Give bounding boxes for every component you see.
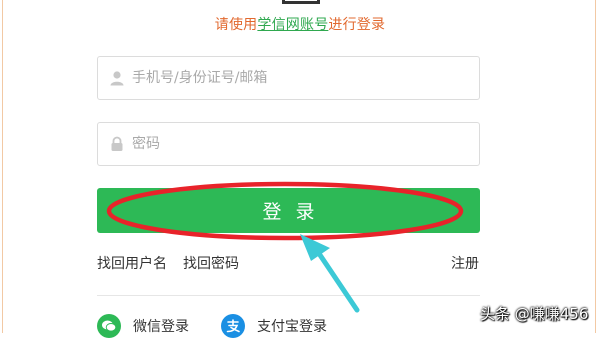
alipay-label: 支付宝登录	[257, 319, 327, 335]
account-field[interactable]	[97, 56, 480, 100]
user-icon	[108, 69, 126, 87]
wechat-login[interactable]: 微信登录	[97, 314, 189, 338]
lock-icon	[108, 135, 126, 153]
register-link[interactable]: 注册	[451, 253, 479, 273]
chsi-account-link[interactable]: 学信网账号	[257, 17, 328, 33]
login-panel	[2, 0, 596, 333]
source-watermark: 头条 @嗛嗛456	[480, 305, 589, 323]
account-input[interactable]	[130, 56, 479, 100]
password-input[interactable]	[130, 122, 479, 166]
wechat-icon	[97, 314, 121, 338]
password-field[interactable]	[97, 122, 480, 166]
find-password-link[interactable]: 找回密码	[183, 253, 239, 273]
wechat-label: 微信登录	[133, 319, 189, 335]
alipay-login[interactable]: 支付宝登录	[221, 314, 327, 338]
find-username-link[interactable]: 找回用户名	[97, 253, 167, 273]
alipay-icon	[221, 314, 245, 338]
notice-suffix: 进行登录	[328, 17, 386, 33]
divider	[97, 295, 480, 296]
login-button[interactable]: 登录	[97, 188, 480, 233]
heading-fragment	[282, 0, 320, 4]
notice-prefix: 请使用	[214, 17, 258, 33]
login-notice: 请使用学信网账号进行登录	[0, 14, 600, 34]
